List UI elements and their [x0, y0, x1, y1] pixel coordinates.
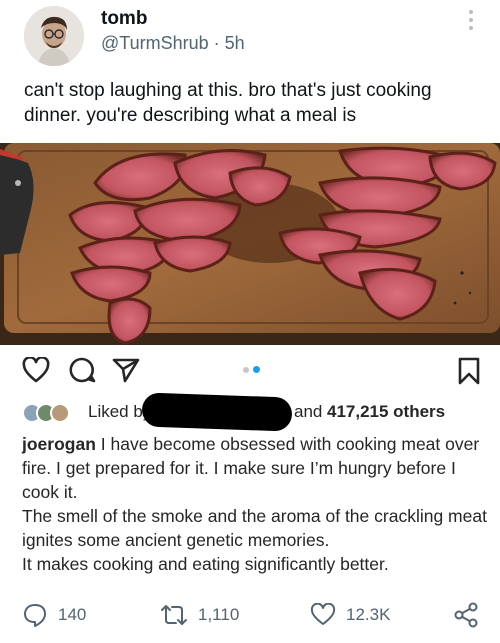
retweet-button[interactable]: 1,110	[160, 598, 239, 632]
user-handle[interactable]: @TurmShrub	[101, 33, 209, 53]
separator-dot: ·	[213, 33, 220, 53]
share-icon	[454, 602, 478, 628]
tweet-actions: 140 1,110 12.3K	[0, 598, 500, 632]
carousel-dot-active	[253, 366, 260, 373]
avatar[interactable]	[24, 6, 84, 66]
reply-count: 140	[58, 605, 87, 624]
heart-icon[interactable]	[22, 357, 50, 383]
caption-line: It makes cooking and eating significantl…	[22, 554, 389, 574]
instagram-caption: joerogan I have become obsessed with coo…	[22, 432, 492, 576]
comment-icon[interactable]	[68, 356, 96, 384]
like-button[interactable]: 12.3K	[310, 598, 390, 632]
more-vertical-icon[interactable]	[466, 10, 476, 36]
like-icon	[310, 603, 336, 625]
liked-by-count[interactable]: 417,215 others	[327, 402, 445, 422]
retweet-count: 1,110	[198, 605, 240, 624]
retweet-icon	[161, 605, 187, 625]
caption-paragraph: joerogan I have become obsessed with coo…	[22, 432, 492, 504]
instagram-action-bar	[0, 353, 500, 389]
liked-by-suffix: and	[294, 402, 323, 421]
tweet-timestamp[interactable]: 5h	[225, 33, 245, 53]
display-name[interactable]: tomb	[101, 8, 147, 30]
reply-icon	[24, 604, 46, 627]
redaction-mark	[141, 392, 293, 432]
liker-avatar	[50, 403, 70, 423]
tweet-text: can't stop laughing at this. bro that's …	[24, 80, 432, 126]
steak-photo[interactable]	[0, 143, 500, 345]
carousel-dot	[243, 367, 249, 373]
like-count: 12.3K	[346, 605, 391, 624]
caption-username[interactable]: joerogan	[22, 434, 96, 454]
send-icon[interactable]	[112, 357, 140, 383]
reply-button[interactable]: 140	[22, 598, 86, 632]
share-button[interactable]	[452, 598, 490, 632]
bookmark-icon[interactable]	[458, 357, 480, 385]
steak-illustration	[0, 143, 500, 345]
liker-avatars	[22, 403, 84, 425]
handle-line: @TurmShrub · 5h	[101, 33, 245, 54]
caption-line: The smell of the smoke and the aroma of …	[22, 506, 487, 550]
avatar-image	[24, 6, 84, 66]
